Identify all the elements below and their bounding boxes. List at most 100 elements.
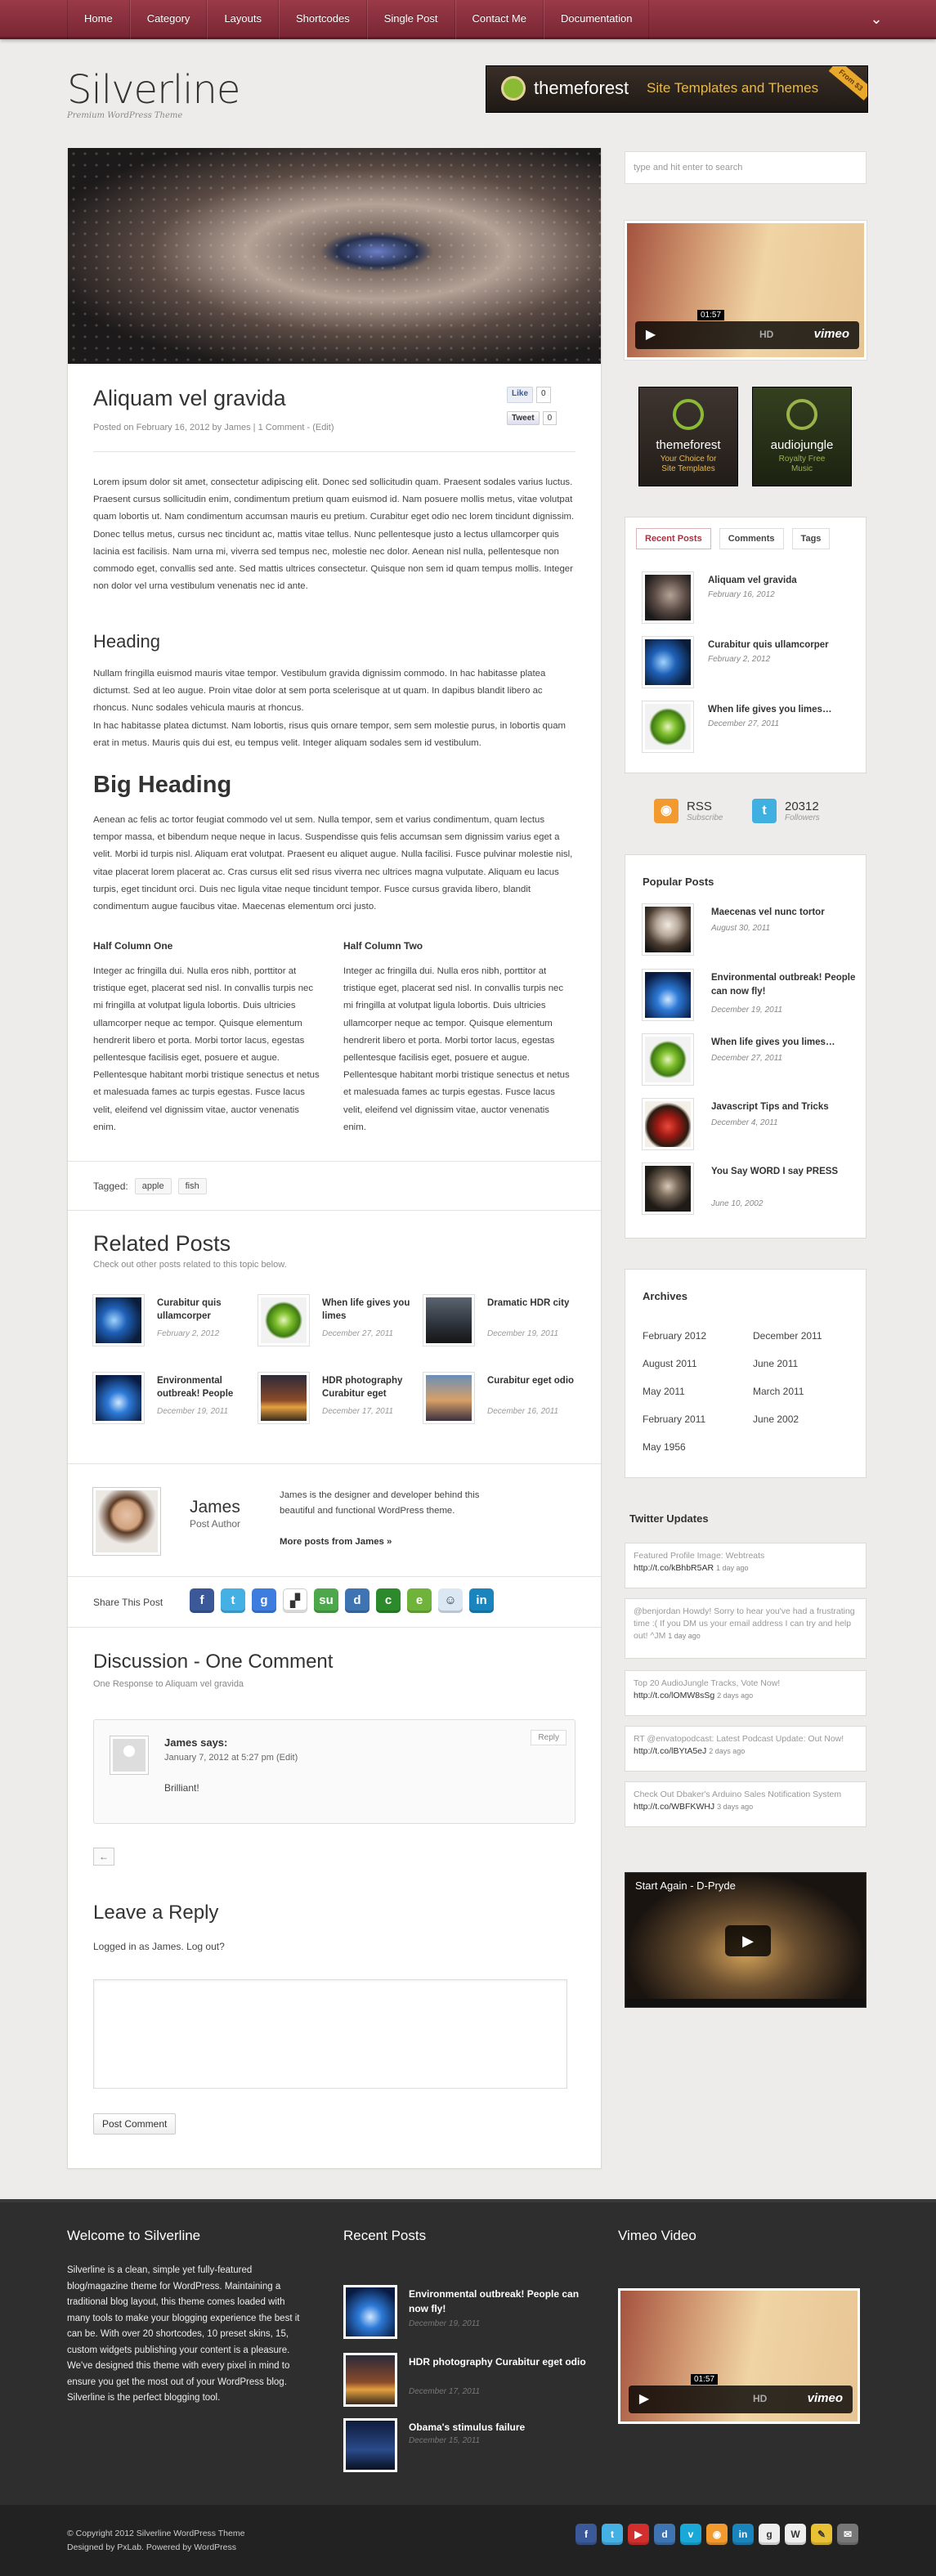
post-thumbnail[interactable]	[643, 701, 693, 752]
audiojungle-ad[interactable]: audiojungle Royalty Free Music	[752, 387, 852, 486]
video-title[interactable]: Start Again - D-Pryde	[635, 1879, 736, 1892]
email-icon[interactable]: ✉	[837, 2524, 858, 2545]
tweet-widget[interactable]: Tweet 0	[507, 411, 558, 425]
vimeo-icon[interactable]: v	[680, 2524, 701, 2545]
post-thumbnail[interactable]	[643, 1163, 693, 1214]
facebook-like[interactable]: Like 0	[507, 387, 558, 403]
nav-category[interactable]: Category	[129, 0, 208, 39]
popular-post-item[interactable]: You Say WORD I say PRESS June 10, 2002	[643, 1163, 863, 1221]
recent-post-title[interactable]: Curabitur quis ullamcorper	[708, 638, 855, 652]
footer-vimeo-player[interactable]: ▶ 01:57 HD vimeo	[618, 2288, 860, 2424]
tweet-link[interactable]: http://t.co/WBFKWHJ	[634, 1802, 714, 1812]
site-logo[interactable]: Silverline Premium WordPress Theme	[67, 67, 240, 120]
search-input[interactable]: type and hit enter to search	[625, 151, 867, 184]
related-post-title[interactable]: HDR photography Curabitur eget	[322, 1374, 412, 1400]
technorati-icon[interactable]: c	[376, 1588, 401, 1613]
related-post-item[interactable]: HDR photography Curabitur eget December …	[258, 1373, 414, 1430]
nav-contact[interactable]: Contact Me	[455, 0, 544, 39]
archive-link[interactable]: June 2002	[753, 1413, 799, 1425]
themeforest-ad[interactable]: themeforest Your Choice for Site Template…	[638, 387, 738, 486]
popular-post-item[interactable]: When life gives you limes… December 27, …	[643, 1034, 863, 1091]
hd-badge[interactable]: HD	[753, 2393, 767, 2404]
footer-post-item[interactable]: Environmental outbreak! People can now f…	[343, 2285, 589, 2344]
archive-link[interactable]: March 2011	[753, 1386, 804, 1397]
archive-link[interactable]: February 2011	[643, 1413, 705, 1425]
play-icon[interactable]: ▶	[725, 1925, 771, 1956]
blogger-icon[interactable]: ✎	[811, 2524, 832, 2545]
play-icon[interactable]: ▶	[632, 2389, 656, 2410]
digg-icon[interactable]: d	[345, 1588, 369, 1613]
linkedin-icon[interactable]: in	[732, 2524, 754, 2545]
nav-home[interactable]: Home	[67, 0, 130, 39]
nav-single-post[interactable]: Single Post	[366, 0, 455, 39]
like-button[interactable]: Like	[507, 387, 534, 403]
archive-link[interactable]: May 1956	[643, 1441, 686, 1453]
related-post-title[interactable]: Environmental outbreak! People	[157, 1374, 247, 1400]
reddit-icon[interactable]: ☺	[438, 1588, 463, 1613]
archive-link[interactable]: December 2011	[753, 1330, 822, 1342]
post-thumbnail[interactable]	[258, 1295, 309, 1346]
post-thumbnail[interactable]	[423, 1373, 474, 1423]
popular-post-item[interactable]: Javascript Tips and Tricks December 4, 2…	[643, 1099, 863, 1156]
popular-post-title[interactable]: Javascript Tips and Tricks	[711, 1100, 858, 1114]
post-thumbnail[interactable]	[643, 637, 693, 688]
header-banner-ad[interactable]: themeforest Site Templates and Themes Fr…	[486, 65, 868, 113]
vimeo-logo[interactable]: vimeo	[808, 2391, 843, 2405]
footer-post-title[interactable]: Environmental outbreak! People can now f…	[409, 2287, 589, 2316]
related-post-item[interactable]: Curabitur quis ullamcorper February 2, 2…	[93, 1295, 249, 1352]
tab-tags[interactable]: Tags	[791, 528, 831, 549]
stumbleupon-icon[interactable]: su	[314, 1588, 338, 1613]
popular-post-item[interactable]: Environmental outbreak! People can now f…	[643, 970, 863, 1027]
facebook-icon[interactable]: f	[575, 2524, 597, 2545]
archive-link[interactable]: June 2011	[753, 1358, 798, 1369]
comment-reply-button[interactable]: Reply	[531, 1730, 567, 1745]
play-icon[interactable]: ▶	[638, 325, 663, 346]
popular-post-title[interactable]: When life gives you limes…	[711, 1036, 858, 1050]
author-more-posts-link[interactable]: More posts from James »	[280, 1537, 392, 1547]
tweet-button[interactable]: Tweet	[507, 411, 540, 425]
recent-post-item[interactable]: Curabitur quis ullamcorper February 2, 2…	[643, 637, 863, 694]
vimeo-video-player[interactable]: ▶ 01:57 HD vimeo	[625, 221, 867, 360]
logged-in-text[interactable]: Logged in as James. Log out?	[93, 1941, 225, 1952]
popular-post-title[interactable]: Environmental outbreak! People can now f…	[711, 971, 858, 999]
post-thumbnail[interactable]	[343, 2353, 397, 2407]
nav-documentation[interactable]: Documentation	[544, 0, 650, 39]
recent-post-title[interactable]: Aliquam vel gravida	[708, 574, 855, 588]
youtube-icon[interactable]: ▶	[628, 2524, 649, 2545]
post-thumbnail[interactable]	[643, 572, 693, 623]
popular-post-title[interactable]: Maecenas vel nunc tortor	[711, 906, 858, 920]
post-thumbnail[interactable]	[643, 904, 693, 955]
archive-link[interactable]: May 2011	[643, 1386, 685, 1397]
chevron-down-icon[interactable]: ⌄	[866, 8, 887, 29]
post-thumbnail[interactable]	[343, 2285, 397, 2339]
footer-post-title[interactable]: HDR photography Curabitur eget odio	[409, 2354, 589, 2369]
post-thumbnail[interactable]	[643, 970, 693, 1020]
post-thumbnail[interactable]	[423, 1295, 474, 1346]
post-thumbnail[interactable]	[643, 1099, 693, 1149]
archive-link[interactable]: August 2011	[643, 1358, 697, 1369]
footer-post-title[interactable]: Obama's stimulus failure	[409, 2420, 589, 2435]
linkedin-icon[interactable]: in	[469, 1588, 494, 1613]
rss-icon[interactable]: ◉	[654, 799, 678, 823]
nav-layouts[interactable]: Layouts	[207, 0, 279, 39]
post-thumbnail[interactable]	[93, 1295, 144, 1346]
post-thumbnail[interactable]	[258, 1373, 309, 1423]
post-comment-button[interactable]: Post Comment	[93, 2113, 177, 2135]
credits-text[interactable]: Designed by PxLab. Powered by WordPress	[67, 2541, 244, 2555]
archive-link[interactable]: February 2012	[643, 1330, 706, 1342]
comment-textarea[interactable]	[93, 1979, 567, 2089]
popular-post-item[interactable]: Maecenas vel nunc tortor August 30, 2011	[643, 904, 863, 961]
tab-comments[interactable]: Comments	[719, 528, 784, 549]
popular-post-title[interactable]: You Say WORD I say PRESS	[711, 1165, 858, 1179]
digg-icon[interactable]: d	[654, 2524, 675, 2545]
related-post-item[interactable]: Curabitur eget odio December 16, 2011	[423, 1373, 579, 1430]
comment-author-name[interactable]: James	[164, 1736, 197, 1749]
recent-post-title[interactable]: When life gives you limes…	[708, 703, 855, 717]
related-post-item[interactable]: Environmental outbreak! People December …	[93, 1373, 249, 1430]
related-post-item[interactable]: When life gives you limes December 27, 2…	[258, 1295, 414, 1352]
facebook-icon[interactable]: f	[190, 1588, 214, 1613]
rss-counter[interactable]: ◉ RSS Subscribe	[654, 799, 723, 823]
related-post-title[interactable]: Curabitur quis ullamcorper	[157, 1297, 247, 1323]
delicious-icon[interactable]: ▞	[283, 1588, 307, 1613]
recent-post-item[interactable]: Aliquam vel gravida February 16, 2012	[643, 572, 863, 629]
